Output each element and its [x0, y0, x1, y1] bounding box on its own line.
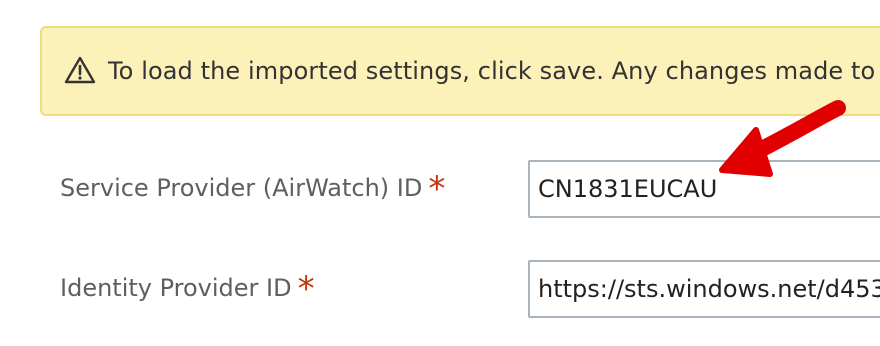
settings-form-page: To load the imported settings, click sav… [0, 0, 880, 346]
service-provider-row: Service Provider (AirWatch) ID * [0, 158, 880, 218]
required-marker: * [297, 269, 315, 309]
alert-message: To load the imported settings, click sav… [108, 57, 880, 85]
service-provider-label: Service Provider (AirWatch) ID * [60, 169, 446, 209]
service-provider-id-input[interactable] [528, 160, 880, 218]
identity-provider-label-text: Identity Provider ID [60, 274, 292, 302]
required-marker: * [428, 169, 446, 209]
warning-triangle-icon [64, 56, 96, 84]
import-warning-alert: To load the imported settings, click sav… [40, 26, 880, 116]
service-provider-label-text: Service Provider (AirWatch) ID [60, 174, 423, 202]
identity-provider-row: Identity Provider ID * [0, 258, 880, 318]
identity-provider-label: Identity Provider ID * [60, 269, 315, 309]
identity-provider-id-input[interactable] [528, 260, 880, 318]
